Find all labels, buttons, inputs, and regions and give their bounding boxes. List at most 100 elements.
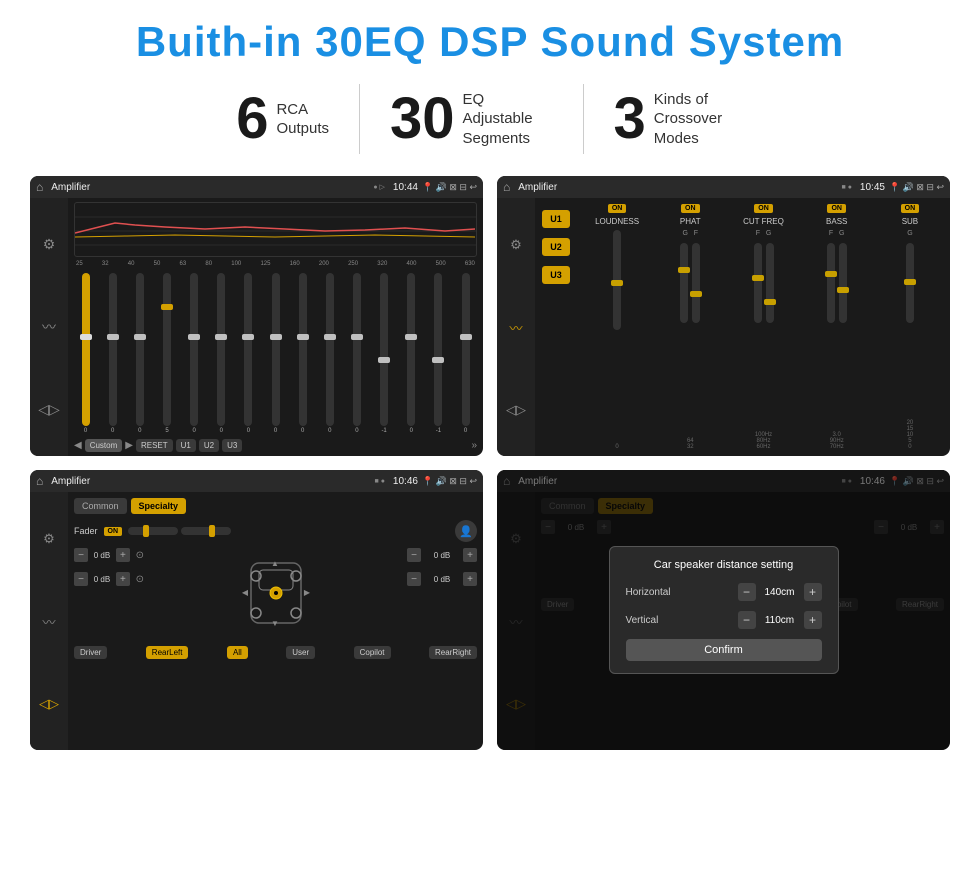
xover-col-bass: ON BASS F G 3.090Hz70Hz: [803, 204, 871, 450]
fader-minus-3[interactable]: −: [407, 548, 421, 562]
eq-curve-svg: [75, 203, 476, 256]
speaker-dialog-overlay: Car speaker distance setting Horizontal …: [497, 470, 950, 750]
fader-plus-2[interactable]: +: [116, 572, 130, 586]
eq-more[interactable]: »: [471, 440, 477, 451]
xover-icon-filter[interactable]: ⚙: [510, 237, 522, 253]
cutfreq-freq: 100Hz80Hz60Hz: [755, 432, 772, 450]
loudness-slider[interactable]: [613, 230, 621, 330]
dialog-vertical-row: Vertical − 110cm +: [626, 611, 822, 629]
fader-db-row-4: − 0 dB +: [407, 572, 477, 586]
xover-icon-wave[interactable]: 〰: [509, 318, 522, 337]
eq-slider-7[interactable]: 0: [264, 271, 287, 434]
eq-slider-2[interactable]: 0: [128, 271, 151, 434]
fader-plus-3[interactable]: +: [463, 548, 477, 562]
sub-slider[interactable]: [906, 243, 914, 323]
eq-btn-reset[interactable]: RESET: [136, 439, 173, 452]
eq-slider-14[interactable]: 0: [454, 271, 477, 434]
xover-u2-btn[interactable]: U2: [542, 238, 570, 256]
fader-h-slider2[interactable]: [181, 527, 231, 535]
stat-number-rca: 6: [236, 90, 268, 148]
phat-slider-f[interactable]: [692, 243, 700, 323]
fader-h-slider[interactable]: [128, 527, 178, 535]
eq-slider-0[interactable]: 0: [74, 271, 97, 434]
xover-col-phat: ON PHAT G F 6432: [656, 204, 724, 450]
bass-slider-g[interactable]: [839, 243, 847, 323]
cutfreq-on-badge[interactable]: ON: [754, 204, 773, 213]
eq-icon-filter[interactable]: ⚙: [43, 236, 56, 253]
fader-minus-4[interactable]: −: [407, 572, 421, 586]
fader-bottom-zones: Driver RearLeft All User Copilot RearRig…: [74, 646, 477, 659]
stat-crossover: 3 Kinds ofCrossover Modes: [584, 90, 774, 149]
dialog-confirm-button[interactable]: Confirm: [626, 639, 822, 661]
eq-slider-6[interactable]: 0: [237, 271, 260, 434]
fader-zone-rearleft[interactable]: RearLeft: [146, 646, 189, 659]
eq-slider-13[interactable]: -1: [427, 271, 450, 434]
fader-db-4: 0 dB: [434, 575, 450, 584]
eq-icon-volume[interactable]: ◁▷: [38, 401, 60, 418]
fader-settings-icon[interactable]: 👤: [455, 520, 477, 542]
eq-main: 25 32 40 50 63 80 100 125 160 200 250 32…: [68, 198, 483, 456]
fader-db-row-3: − 0 dB +: [407, 548, 477, 562]
bass-slider-f[interactable]: [827, 243, 835, 323]
bass-on-badge[interactable]: ON: [827, 204, 846, 213]
home-icon-eq[interactable]: ⌂: [36, 180, 43, 194]
eq-slider-8[interactable]: 0: [291, 271, 314, 434]
fader-zone-copilot[interactable]: Copilot: [354, 646, 391, 659]
eq-slider-11[interactable]: -1: [373, 271, 396, 434]
xover-u3-btn[interactable]: U3: [542, 266, 570, 284]
fader-on-badge[interactable]: ON: [104, 527, 123, 536]
xover-screen-body: ⚙ 〰 ◁▷ U1 U2 U3 ON LOUDNESS: [497, 198, 950, 456]
xover-col-sub: ON SUB G 20151050: [876, 204, 944, 450]
fader-plus-1[interactable]: +: [116, 548, 130, 562]
eq-icon-wave[interactable]: 〰: [42, 317, 56, 337]
cutfreq-slider-f[interactable]: [754, 243, 762, 323]
eq-slider-4[interactable]: 0: [183, 271, 206, 434]
dialog-horizontal-minus[interactable]: −: [738, 583, 756, 601]
loudness-on-badge[interactable]: ON: [608, 204, 627, 213]
phat-slider-g[interactable]: [680, 243, 688, 323]
eq-next[interactable]: ▶: [125, 440, 133, 451]
eq-btn-u1[interactable]: U1: [176, 439, 196, 452]
home-icon-fader[interactable]: ⌂: [36, 474, 43, 488]
fader-zone-rearright[interactable]: RearRight: [429, 646, 477, 659]
eq-slider-12[interactable]: 0: [400, 271, 423, 434]
eq-slider-5[interactable]: 0: [210, 271, 233, 434]
stat-label-rca: RCAOutputs: [276, 100, 329, 139]
eq-slider-3[interactable]: 5: [155, 271, 178, 434]
loudness-freq: 0: [615, 444, 618, 450]
fader-icon-filter[interactable]: ⚙: [43, 531, 55, 547]
eq-slider-10[interactable]: 0: [345, 271, 368, 434]
dialog-horizontal-control: − 140cm +: [738, 583, 822, 601]
home-icon-xover[interactable]: ⌂: [503, 180, 510, 194]
fader-minus-2[interactable]: −: [74, 572, 88, 586]
fader-plus-4[interactable]: +: [463, 572, 477, 586]
fader-zone-driver[interactable]: Driver: [74, 646, 107, 659]
fader-minus-1[interactable]: −: [74, 548, 88, 562]
dialog-vertical-plus[interactable]: +: [804, 611, 822, 629]
fader-tab-specialty[interactable]: Specialty: [131, 498, 187, 514]
fader-speaker-icon-2: ⊙: [136, 574, 144, 585]
xover-col-cutfreq: ON CUT FREQ F G 100Hz80Hz60Hz: [729, 204, 797, 450]
fader-tab-common[interactable]: Common: [74, 498, 127, 514]
fader-speaker-icon-1: ⊙: [136, 550, 144, 561]
xover-u1-btn[interactable]: U1: [542, 210, 570, 228]
eq-btn-custom[interactable]: Custom: [85, 439, 123, 452]
fader-zone-all[interactable]: All: [227, 646, 248, 659]
fader-zone-user[interactable]: User: [286, 646, 315, 659]
dialog-vertical-minus[interactable]: −: [738, 611, 756, 629]
status-bar-eq: ⌂ Amplifier ● ▷ 10:44 📍 🔊 ⊠ ⊟ ↩: [30, 176, 483, 198]
eq-btn-u2[interactable]: U2: [199, 439, 219, 452]
eq-slider-9[interactable]: 0: [318, 271, 341, 434]
eq-slider-1[interactable]: 0: [101, 271, 124, 434]
eq-prev[interactable]: ◀: [74, 440, 82, 451]
sub-on-badge[interactable]: ON: [901, 204, 920, 213]
dialog-horizontal-plus[interactable]: +: [804, 583, 822, 601]
fader-icon-vol[interactable]: ◁▷: [39, 696, 59, 712]
phat-sliders: [680, 243, 700, 434]
fader-icon-wave[interactable]: 〰: [42, 612, 55, 631]
eq-screen-body: ⚙ 〰 ◁▷: [30, 198, 483, 456]
eq-btn-u3[interactable]: U3: [222, 439, 242, 452]
xover-icon-vol[interactable]: ◁▷: [506, 402, 526, 418]
cutfreq-slider-g[interactable]: [766, 243, 774, 323]
phat-on-badge[interactable]: ON: [681, 204, 700, 213]
